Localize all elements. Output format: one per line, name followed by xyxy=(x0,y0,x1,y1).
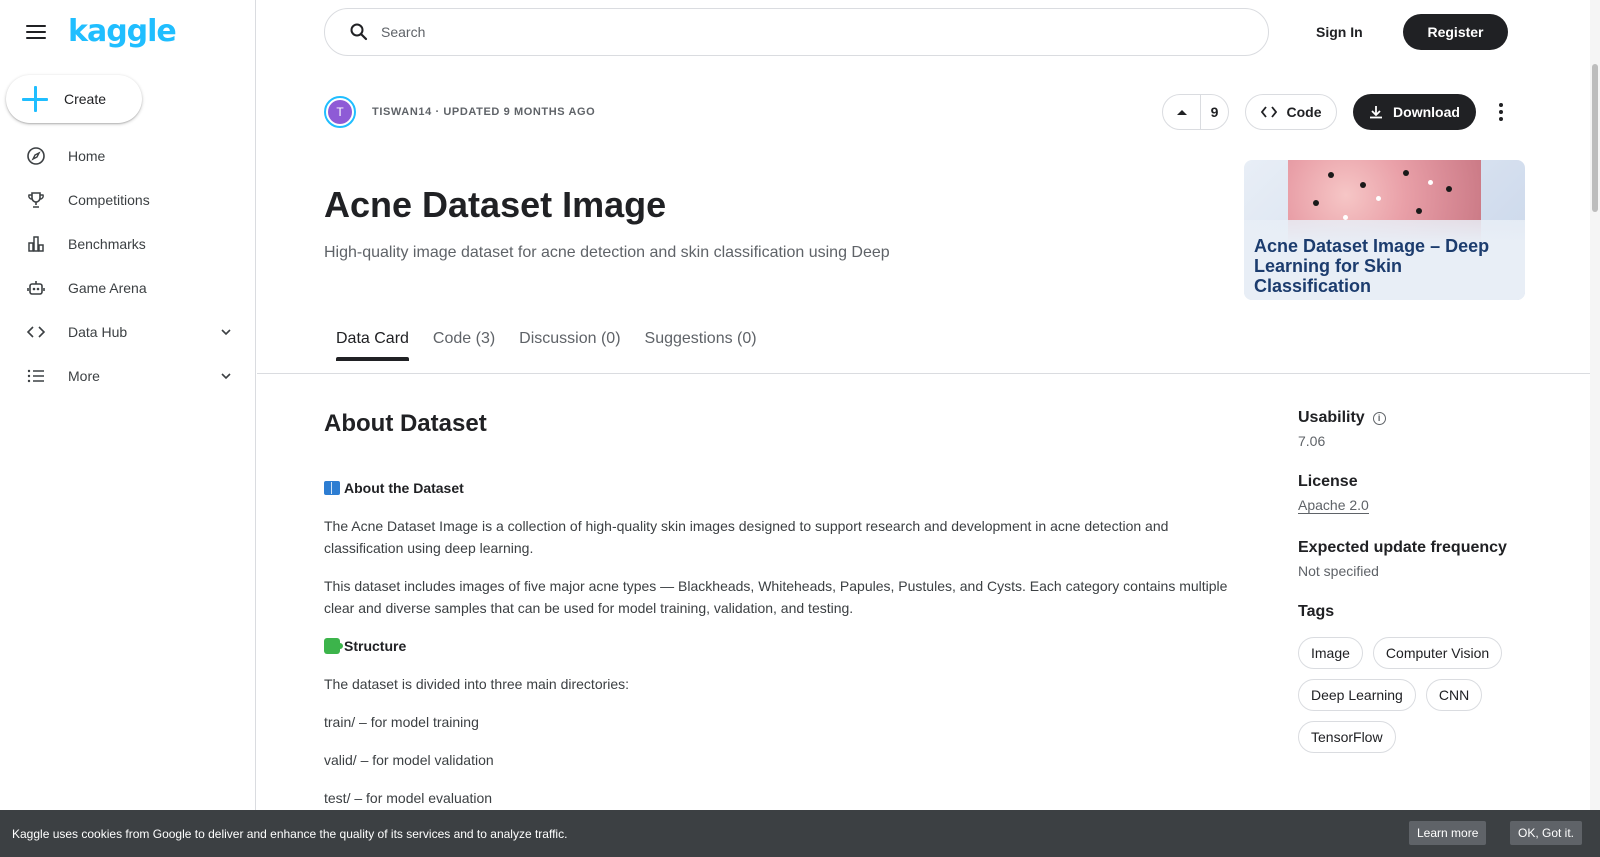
page-scrollbar[interactable] xyxy=(1590,0,1600,857)
thumbnail-text: Acne Dataset Image – Deep Learning for S… xyxy=(1254,236,1490,296)
download-icon xyxy=(1370,106,1383,119)
plus-icon xyxy=(22,86,48,112)
structure-heading-text: Structure xyxy=(344,638,407,654)
code-label: Code xyxy=(1286,104,1322,120)
paragraph: This dataset includes images of five maj… xyxy=(324,578,1228,616)
search-input[interactable] xyxy=(381,24,1231,40)
license-link[interactable]: Apache 2.0 xyxy=(1298,497,1369,514)
tab-code[interactable]: Code (3) xyxy=(433,330,495,360)
search-bar[interactable] xyxy=(324,8,1269,56)
dataset-thumbnail: Acne Dataset Image – Deep Learning for S… xyxy=(1244,160,1525,300)
sidebar-item-label: Data Hub xyxy=(68,324,128,340)
sidebar-item-game-arena[interactable]: Game Arena xyxy=(0,266,255,310)
sidebar-item-benchmarks[interactable]: Benchmarks xyxy=(0,222,255,266)
learn-more-button[interactable]: Learn more xyxy=(1409,821,1487,845)
bar-chart-icon xyxy=(26,234,46,254)
kaggle-logo[interactable]: kaggle xyxy=(68,14,177,50)
code-icon xyxy=(1260,106,1277,118)
sidebar: kaggle Create Home Competitions Benchmar… xyxy=(0,0,256,857)
usability-label-text: Usability xyxy=(1298,409,1365,426)
ok-got-it-button[interactable]: OK, Got it. xyxy=(1510,821,1583,845)
sidebar-nav: Home Competitions Benchmarks Game Arena … xyxy=(0,134,255,398)
chevron-down-icon[interactable] xyxy=(219,369,233,383)
metadata-panel: Usability i 7.06 License Apache 2.0 Expe… xyxy=(1298,409,1558,753)
download-button[interactable]: Download xyxy=(1353,94,1476,130)
compass-icon xyxy=(26,146,46,166)
tab-bar: Data Card Code (3) Discussion (0) Sugges… xyxy=(336,330,757,361)
tabs-divider xyxy=(257,373,1590,374)
hamburger-menu-icon[interactable] xyxy=(24,20,48,44)
trophy-icon xyxy=(26,190,46,210)
usability-label: Usability i xyxy=(1298,409,1558,427)
code-button[interactable]: Code xyxy=(1245,94,1337,130)
tag-tensorflow[interactable]: TensorFlow xyxy=(1298,721,1396,753)
cookie-text: Kaggle uses cookies from Google to deliv… xyxy=(12,826,568,841)
license-value-wrapper: Apache 2.0 xyxy=(1298,497,1558,514)
structure-heading: Structure xyxy=(324,635,1234,657)
update-frequency-value: Not specified xyxy=(1298,563,1379,579)
tag-deep-learning[interactable]: Deep Learning xyxy=(1298,679,1416,711)
caret-up-icon xyxy=(1176,110,1187,115)
list-icon xyxy=(26,366,46,386)
book-icon xyxy=(324,481,340,495)
create-button[interactable]: Create xyxy=(6,75,142,123)
list-item: valid/ – for model validation xyxy=(324,752,494,768)
about-heading-text: About the Dataset xyxy=(344,480,464,496)
create-label: Create xyxy=(64,91,107,107)
page-title: Acne Dataset Image xyxy=(324,184,667,225)
upvote-count: 9 xyxy=(1210,104,1219,120)
tab-discussion[interactable]: Discussion (0) xyxy=(519,330,620,360)
page-subtitle: High-quality image dataset for acne dete… xyxy=(324,244,890,261)
chevron-down-icon[interactable] xyxy=(219,325,233,339)
robot-icon xyxy=(26,278,46,298)
tag-cnn[interactable]: CNN xyxy=(1425,679,1483,711)
author-row: T TISWAN14 · UPDATED 9 MONTHS AGO xyxy=(324,96,595,128)
list-item: test/ – for model evaluation xyxy=(324,790,493,806)
author-line: TISWAN14 · UPDATED 9 MONTHS AGO xyxy=(372,106,596,118)
tab-suggestions[interactable]: Suggestions (0) xyxy=(645,330,757,360)
puzzle-icon xyxy=(324,638,343,654)
upvote-button[interactable] xyxy=(1163,95,1201,129)
tags-label: Tags xyxy=(1298,603,1335,620)
upvote-control: 9 xyxy=(1162,94,1229,130)
tag-computer-vision[interactable]: Computer Vision xyxy=(1372,637,1503,669)
scrollbar-thumb[interactable] xyxy=(1592,64,1598,212)
avatar-initial: T xyxy=(328,100,352,124)
more-options-icon[interactable] xyxy=(1489,100,1513,124)
brand: kaggle xyxy=(24,14,177,50)
tags-list: Image Computer Vision Deep Learning CNN … xyxy=(1298,637,1538,753)
sidebar-item-label: Game Arena xyxy=(68,280,147,296)
code-brackets-icon xyxy=(26,322,46,342)
paragraph: The dataset is divided into three main d… xyxy=(324,676,630,692)
about-heading: About the Dataset xyxy=(324,477,1234,499)
license-label: License xyxy=(1298,473,1358,490)
about-dataset-heading: About Dataset xyxy=(324,410,487,437)
info-icon[interactable]: i xyxy=(1372,411,1386,425)
cookie-banner: Kaggle uses cookies from Google to deliv… xyxy=(0,810,1600,857)
sidebar-item-label: Benchmarks xyxy=(68,236,146,252)
sidebar-item-label: Home xyxy=(68,148,106,164)
tab-data-card[interactable]: Data Card xyxy=(336,330,409,361)
tag-image[interactable]: Image xyxy=(1298,637,1363,669)
usability-value: 7.06 xyxy=(1298,433,1326,449)
sidebar-item-label: Competitions xyxy=(68,192,150,208)
download-label: Download xyxy=(1393,104,1460,120)
sidebar-item-home[interactable]: Home xyxy=(0,134,255,178)
sidebar-item-competitions[interactable]: Competitions xyxy=(0,178,255,222)
list-item: train/ – for model training xyxy=(324,714,479,730)
sign-in-button[interactable]: Sign In xyxy=(1300,14,1379,50)
paragraph: The Acne Dataset Image is a collection o… xyxy=(324,518,1169,556)
register-button[interactable]: Register xyxy=(1403,14,1508,50)
sidebar-item-label: More xyxy=(68,368,100,384)
avatar[interactable]: T xyxy=(324,96,356,128)
update-frequency-label: Expected update frequency xyxy=(1298,539,1507,556)
sidebar-item-data-hub[interactable]: Data Hub xyxy=(0,310,255,354)
search-icon xyxy=(350,23,368,41)
dataset-description: About the Dataset The Acne Dataset Image… xyxy=(324,477,1234,825)
sidebar-item-more[interactable]: More xyxy=(0,354,255,398)
